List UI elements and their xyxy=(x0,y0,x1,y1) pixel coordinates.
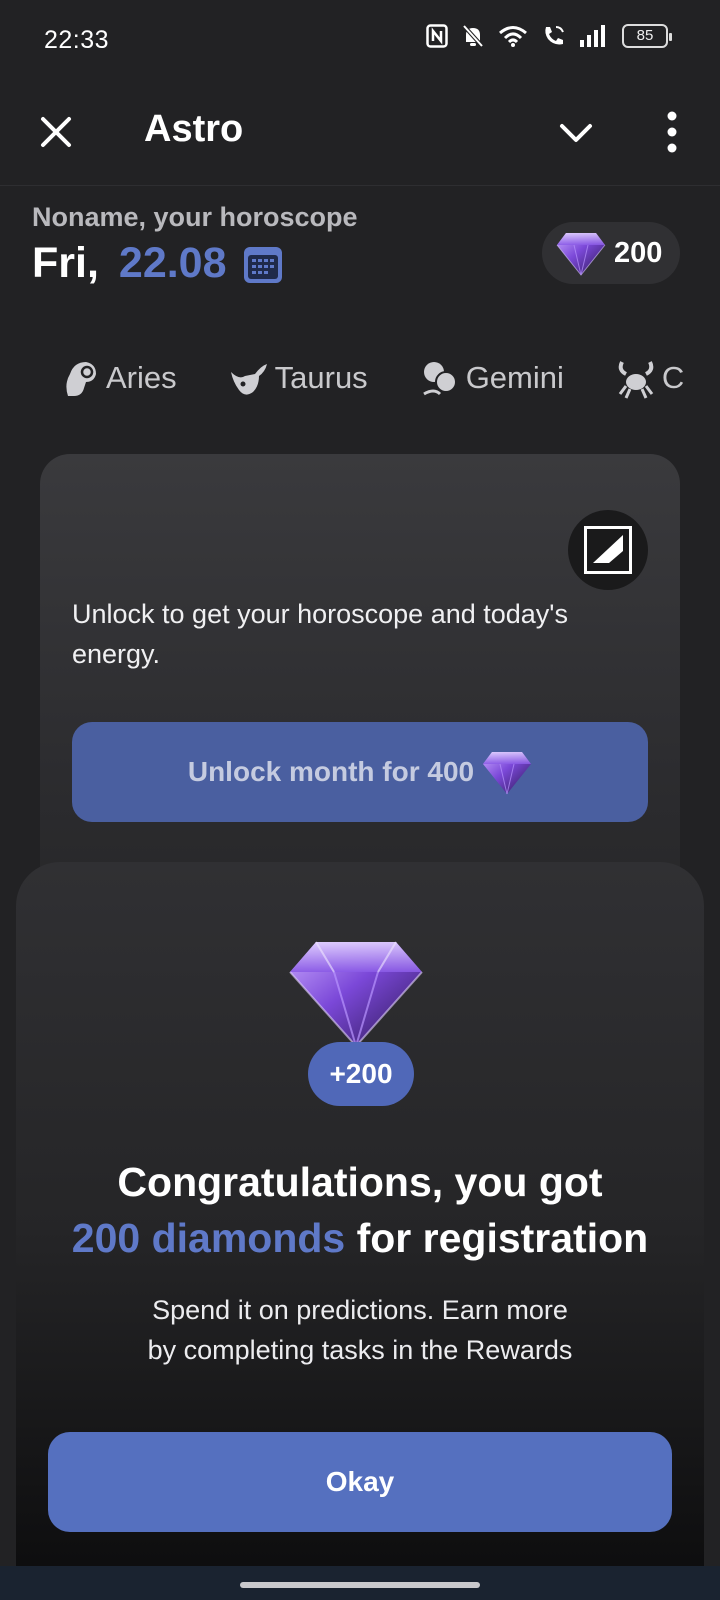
diamond-icon xyxy=(483,752,532,795)
aries-icon xyxy=(66,362,96,396)
screen: 22:33 85 Astro Noname, your horoscope Fr… xyxy=(0,0,720,1600)
status-bar: 22:33 85 xyxy=(0,0,720,84)
wifi-icon xyxy=(499,26,527,47)
tab-taurus[interactable]: Taurus xyxy=(229,356,368,400)
tab-cancer-label: C xyxy=(661,360,685,395)
congrats-rest: for registration xyxy=(345,1215,649,1261)
reward-bottom-sheet: +200 Congratulations, you got 200 diamon… xyxy=(16,862,704,1600)
tab-aries-label: Aries xyxy=(106,360,177,395)
battery-icon: 85 xyxy=(622,24,672,48)
congrats-accent: 200 diamonds xyxy=(71,1215,346,1261)
sheet-body: Spend it on predictions. Earn more by co… xyxy=(16,1290,704,1370)
tab-cancer[interactable]: C xyxy=(616,356,684,400)
reward-badge: +200 xyxy=(308,1042,414,1106)
share-button[interactable] xyxy=(568,510,648,590)
congrats-line1: Congratulations, you got xyxy=(117,1159,603,1205)
sheet-body-line2: by completing tasks in the Rewards xyxy=(147,1335,573,1365)
wifi-calling-icon xyxy=(545,26,564,45)
okay-button[interactable]: Okay xyxy=(48,1432,672,1532)
signal-icon xyxy=(580,25,605,47)
chevron-down-icon xyxy=(560,124,592,142)
tab-aries[interactable]: Aries xyxy=(60,356,177,400)
close-button[interactable] xyxy=(32,108,80,156)
bell-off-icon xyxy=(462,24,484,48)
tab-gemini[interactable]: Gemini xyxy=(420,356,564,400)
day-label: Fri, xyxy=(32,239,99,287)
diamond-balance[interactable]: 200 xyxy=(542,222,680,284)
diamond-balance-amount: 200 xyxy=(614,236,663,269)
calendar-button[interactable] xyxy=(243,244,283,284)
share-icon xyxy=(584,526,632,574)
tab-gemini-label: Gemini xyxy=(465,360,564,395)
unlock-month-label: Unlock month for 400 xyxy=(187,756,475,787)
sheet-body-line1: Spend it on predictions. Earn more xyxy=(152,1295,568,1325)
expand-button[interactable] xyxy=(552,108,600,156)
card-text: Unlock to get your horoscope and today's… xyxy=(72,599,568,669)
home-indicator[interactable] xyxy=(240,1582,480,1588)
app-title: Astro xyxy=(144,108,244,150)
congrats-title: Congratulations, you got 200 diamonds fo… xyxy=(16,1154,704,1266)
close-icon xyxy=(41,117,71,147)
horoscope-header: Noname, your horoscope Fri, 22.08 xyxy=(32,202,358,288)
more-vert-icon xyxy=(667,111,677,153)
gemini-icon xyxy=(422,362,457,396)
diamond-icon xyxy=(289,941,423,1048)
date-value[interactable]: 22.08 xyxy=(119,239,227,288)
date-row: Fri, 22.08 xyxy=(32,239,358,288)
calendar-icon xyxy=(243,246,282,283)
status-time: 22:33 xyxy=(44,26,110,54)
tab-taurus-label: Taurus xyxy=(274,360,368,395)
cancer-icon xyxy=(618,361,654,399)
nfc-icon xyxy=(426,24,448,48)
app-bar: Astro xyxy=(0,84,720,186)
horoscope-card: Unlock to get your horoscope and today's… xyxy=(40,454,680,914)
status-icons: 85 xyxy=(426,24,672,48)
taurus-icon xyxy=(230,364,267,395)
diamond-icon xyxy=(556,233,606,276)
horoscope-subtitle: Noname, your horoscope xyxy=(32,202,358,232)
more-options-button[interactable] xyxy=(648,106,696,158)
zodiac-tabs: Aries Taurus Gemini C xyxy=(60,348,690,408)
unlock-month-button[interactable]: Unlock month for 400 xyxy=(72,722,648,822)
